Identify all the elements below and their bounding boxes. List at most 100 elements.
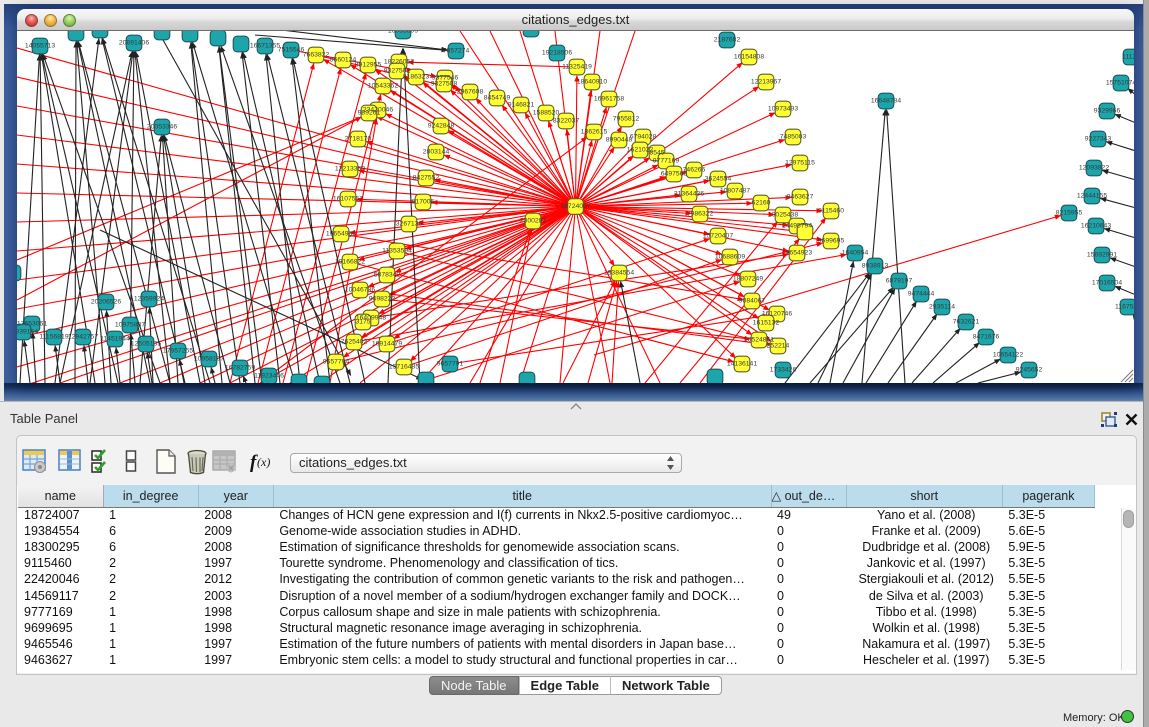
svg-text:16671355: 16671355 — [250, 43, 280, 50]
svg-text:10958107: 10958107 — [194, 356, 224, 363]
svg-text:2967608: 2967608 — [457, 89, 484, 96]
svg-text:9329966: 9329966 — [1094, 108, 1121, 115]
svg-text:8427552: 8427552 — [413, 175, 440, 182]
svg-text:14055713: 14055713 — [25, 43, 55, 50]
svg-text:19166822: 19166822 — [335, 259, 365, 266]
svg-text:8186323: 8186323 — [403, 74, 430, 81]
svg-text:7986322: 7986322 — [687, 211, 714, 218]
svg-text:8938913: 8938913 — [862, 263, 889, 270]
svg-text:10975887: 10975887 — [115, 322, 145, 329]
svg-text:16210643: 16210643 — [1081, 223, 1111, 230]
svg-text:18640910: 18640910 — [577, 79, 607, 86]
svg-text:19218506: 19218506 — [542, 50, 572, 57]
svg-text:9245652: 9245652 — [1016, 367, 1043, 374]
svg-text:9242848: 9242848 — [428, 123, 455, 130]
svg-text:19654984: 19654984 — [326, 231, 356, 238]
svg-text:817006: 817006 — [412, 199, 435, 206]
svg-text:18807249: 18807249 — [733, 276, 763, 283]
svg-text:19654923: 19654923 — [782, 250, 812, 257]
svg-text:9777169: 9777169 — [653, 158, 680, 165]
svg-text:17957255: 17957255 — [163, 348, 193, 355]
svg-text:1733426: 1733426 — [770, 367, 797, 374]
svg-text:9699695: 9699695 — [818, 238, 845, 245]
svg-text:9227343: 9227343 — [1085, 136, 1112, 143]
svg-text:8660124: 8660124 — [330, 57, 357, 64]
svg-text:2935114: 2935114 — [929, 304, 955, 311]
svg-text:9463627: 9463627 — [787, 194, 814, 201]
svg-text:7515546: 7515546 — [278, 47, 305, 54]
svg-text:2300283: 2300283 — [520, 218, 547, 225]
svg-text:16782759: 16782759 — [225, 365, 255, 372]
svg-text:3624554: 3624554 — [705, 176, 732, 183]
svg-text:11122: 11122 — [1122, 54, 1134, 61]
svg-text:16154808: 16154808 — [734, 54, 764, 61]
svg-text:6879197: 6879197 — [886, 278, 913, 285]
svg-text:11451944: 11451944 — [100, 336, 130, 343]
svg-text:11156819: 11156819 — [39, 334, 68, 341]
svg-text:7663822: 7663822 — [303, 52, 330, 59]
svg-text:9657794: 9657794 — [323, 359, 350, 366]
svg-text:1362615: 1362615 — [581, 129, 608, 136]
svg-text:9084067: 9084067 — [739, 298, 766, 305]
svg-text:15716485: 15716485 — [389, 364, 419, 371]
svg-text:8912955: 8912955 — [355, 62, 382, 69]
svg-text:16053809: 16053809 — [388, 31, 418, 35]
svg-text:16914479: 16914479 — [372, 341, 402, 348]
svg-text:12359924: 12359924 — [134, 296, 164, 303]
svg-text:10654122: 10654122 — [993, 352, 1023, 359]
svg-text:9115460: 9115460 — [818, 208, 844, 215]
svg-text:3175: 3175 — [355, 319, 370, 326]
svg-text:18226053: 18226053 — [384, 59, 414, 66]
svg-text:10543362: 10543362 — [368, 83, 398, 90]
svg-text:10025438: 10025438 — [768, 212, 798, 219]
svg-text:15692991: 15692991 — [1087, 252, 1117, 259]
svg-text:12975115: 12975115 — [785, 160, 815, 167]
svg-text:1588520: 1588520 — [533, 110, 560, 117]
svg-text:14136141: 14136141 — [727, 361, 757, 368]
svg-text:10807487: 10807487 — [720, 188, 750, 195]
svg-text:14495794: 14495794 — [782, 223, 812, 230]
svg-text:1167533: 1167533 — [1115, 304, 1134, 311]
svg-text:12093822: 12093822 — [1079, 165, 1109, 172]
svg-text:12213369: 12213369 — [335, 166, 365, 173]
svg-text:9657791: 9657791 — [437, 361, 464, 368]
svg-text:8471676: 8471676 — [973, 334, 1000, 341]
svg-text:19384554: 19384554 — [604, 270, 634, 277]
svg-text:17016504: 17016504 — [1092, 280, 1122, 287]
svg-text:16961758: 16961758 — [594, 96, 624, 103]
svg-text:16120746: 16120746 — [762, 311, 792, 318]
svg-text:11923446: 11923446 — [254, 373, 284, 380]
svg-text:9327508: 9327508 — [431, 81, 458, 88]
svg-text:12444155: 12444155 — [1077, 193, 1107, 200]
svg-text:20206526: 20206526 — [91, 299, 121, 306]
svg-text:9146821: 9146821 — [508, 102, 535, 109]
svg-text:8322037: 8322037 — [553, 118, 580, 125]
svg-text:8454749: 8454749 — [484, 95, 511, 102]
svg-text:12942757: 12942757 — [68, 334, 98, 341]
svg-text:15751074: 15751074 — [1106, 80, 1134, 87]
svg-text:11353594: 11353594 — [382, 248, 412, 255]
svg-text:16648784: 16648784 — [871, 98, 901, 105]
svg-text:6497568: 6497568 — [661, 171, 688, 178]
svg-text:7485003: 7485003 — [780, 134, 807, 141]
svg-text:8813054: 8813054 — [518, 31, 545, 33]
svg-text:9474444: 9474444 — [908, 291, 935, 298]
svg-text:12505135: 12505135 — [131, 341, 161, 348]
svg-text:11325419: 11325419 — [562, 64, 592, 71]
svg-text:16107557: 16107557 — [333, 196, 363, 203]
svg-text:3267130: 3267130 — [396, 221, 423, 228]
svg-text:252214: 252214 — [767, 343, 790, 350]
svg-text:20053346: 20053346 — [147, 124, 177, 131]
svg-text:10046786: 10046786 — [345, 287, 375, 294]
svg-text:1640954: 1640954 — [842, 250, 869, 257]
svg-text:21364436: 21364436 — [674, 191, 704, 198]
svg-text:7955812: 7955812 — [613, 116, 640, 123]
svg-text:12213967: 12213967 — [751, 79, 781, 86]
svg-text:62160: 62160 — [752, 200, 771, 207]
svg-text:8545: 8545 — [649, 150, 664, 157]
svg-text:2718170: 2718170 — [345, 136, 372, 143]
svg-text:15720407: 15720407 — [703, 233, 733, 240]
svg-text:17653061: 17653061 — [17, 321, 47, 328]
svg-text:18939154: 18939154 — [17, 329, 38, 336]
svg-text:(x): (x) — [257, 455, 270, 469]
